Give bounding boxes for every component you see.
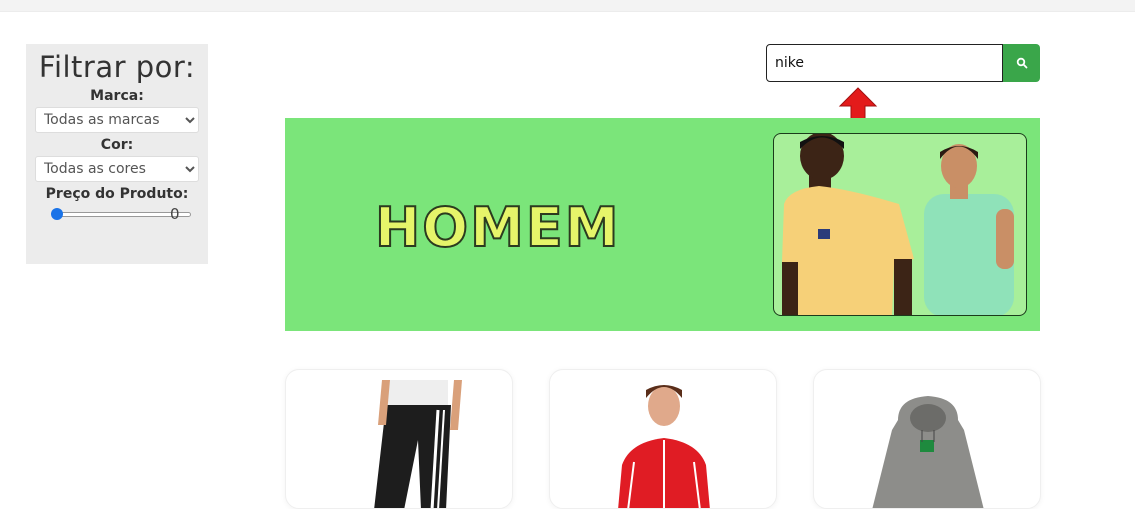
category-banner[interactable]: HOMEM [285, 118, 1040, 331]
brand-select[interactable]: Todas as marcas [35, 107, 199, 133]
search-icon [1016, 57, 1027, 69]
filter-title: Filtrar por: [38, 50, 196, 84]
product-image-black-track-pants [374, 380, 462, 508]
price-slider[interactable]: 0 [26, 204, 208, 224]
top-bar [0, 0, 1135, 12]
search-bar [766, 44, 1040, 82]
product-card[interactable] [813, 369, 1041, 509]
price-value: 0 [170, 205, 180, 223]
search-button[interactable] [1003, 44, 1040, 82]
color-select[interactable]: Todas as cores [35, 156, 199, 182]
product-image-grey-hoodie [872, 396, 984, 508]
color-label: Cor: [100, 137, 134, 153]
brand-label: Marca: [90, 88, 144, 104]
search-input[interactable] [766, 44, 1003, 82]
banner-models-photo [773, 133, 1027, 316]
filter-panel: Filtrar por: Marca: Todas as marcas Cor:… [26, 44, 208, 264]
banner-title: HOMEM [374, 195, 621, 260]
price-label: Preço do Produto: [45, 186, 189, 202]
product-card[interactable] [549, 369, 777, 509]
product-image-red-track-jacket [618, 385, 710, 508]
price-slider-thumb[interactable] [51, 208, 63, 220]
product-card[interactable] [285, 369, 513, 509]
